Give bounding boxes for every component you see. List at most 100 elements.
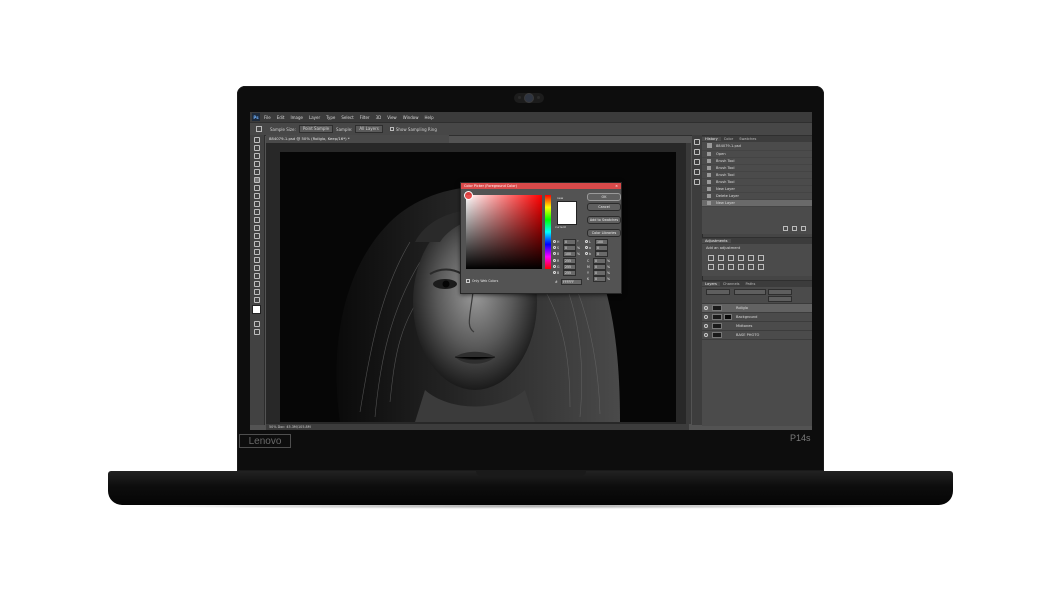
menu-3d[interactable]: 3D xyxy=(376,115,382,120)
history-snapshot[interactable]: 884079-1.psd xyxy=(702,142,812,151)
tab-history[interactable]: History xyxy=(702,137,721,141)
type-tool-icon[interactable] xyxy=(254,257,260,263)
hand-tool-icon[interactable] xyxy=(254,281,260,287)
visibility-eye-icon[interactable] xyxy=(704,324,708,328)
color-balance-icon[interactable] xyxy=(718,264,724,270)
gradient-tool-icon[interactable] xyxy=(254,225,260,231)
fill-field[interactable] xyxy=(768,296,792,302)
field-g[interactable]: G 255 xyxy=(553,263,577,270)
menu-edit[interactable]: Edit xyxy=(277,115,285,120)
color-libraries-button[interactable]: Color Libraries xyxy=(587,229,621,237)
saturation-brightness-field[interactable] xyxy=(464,191,542,269)
color-sample-ring[interactable] xyxy=(464,191,473,200)
menu-filter[interactable]: Filter xyxy=(360,115,370,120)
paragraph-panel-icon[interactable] xyxy=(694,179,700,185)
field-c[interactable]: C 0% xyxy=(587,257,610,264)
layer-row[interactable]: Rollglo xyxy=(702,304,812,313)
history-item[interactable]: New Layer xyxy=(702,186,812,193)
radio-g[interactable] xyxy=(553,265,556,268)
field-s[interactable]: S 0% xyxy=(553,244,580,251)
field-m[interactable]: M 0% xyxy=(587,263,610,270)
vertical-scrollbar[interactable] xyxy=(686,143,691,424)
field-value[interactable]: 100 xyxy=(563,250,576,257)
blur-tool-icon[interactable] xyxy=(254,233,260,239)
field-k[interactable]: K 0% xyxy=(587,275,610,282)
tab-layers[interactable]: Layers xyxy=(702,282,720,286)
quick-mask-icon[interactable] xyxy=(254,321,260,327)
layer-filter-select[interactable] xyxy=(706,289,730,295)
field-value[interactable]: 0 xyxy=(593,275,606,282)
foreground-color-swatch[interactable] xyxy=(252,305,261,314)
field-b[interactable]: B 100% xyxy=(553,250,580,257)
history-item[interactable]: Delete Layer xyxy=(702,193,812,200)
zoom-tool-icon[interactable] xyxy=(254,289,260,295)
menu-select[interactable]: Select xyxy=(341,115,353,120)
history-item[interactable]: Brush Tool xyxy=(702,179,812,186)
menu-image[interactable]: Image xyxy=(290,115,303,120)
visibility-eye-icon[interactable] xyxy=(704,315,708,319)
field-value[interactable]: 255 xyxy=(563,269,576,276)
color-lookup-icon[interactable] xyxy=(758,264,764,270)
shape-tool-icon[interactable] xyxy=(254,273,260,279)
only-web-colors-checkbox[interactable] xyxy=(466,278,470,283)
hue-slider[interactable] xyxy=(545,195,551,269)
tab-color[interactable]: Color xyxy=(721,137,736,141)
eraser-tool-icon[interactable] xyxy=(254,217,260,223)
black-white-icon[interactable] xyxy=(728,264,734,270)
current-color-swatch[interactable] xyxy=(558,213,576,224)
add-to-swatches-button[interactable]: Add to Swatches xyxy=(587,216,621,224)
blend-mode-select[interactable] xyxy=(734,289,766,295)
curves-icon[interactable] xyxy=(728,255,734,261)
path-select-tool-icon[interactable] xyxy=(254,265,260,271)
history-brush-tool-icon[interactable] xyxy=(254,209,260,215)
radio-blue[interactable] xyxy=(553,271,556,274)
trash-icon[interactable] xyxy=(801,226,806,231)
layer-row[interactable]: Midtones xyxy=(702,322,812,331)
quick-select-tool-icon[interactable] xyxy=(254,161,260,167)
levels-icon[interactable] xyxy=(718,255,724,261)
screen-mode-icon[interactable] xyxy=(254,329,260,335)
radio-a[interactable] xyxy=(585,246,588,249)
radio-h[interactable] xyxy=(553,240,556,243)
tab-adjustments[interactable]: Adjustments xyxy=(702,239,731,243)
layer-row[interactable]: Background xyxy=(702,313,812,322)
hex-field[interactable]: # FFFFFF xyxy=(555,278,583,285)
tab-channels[interactable]: Channels xyxy=(720,282,743,286)
vibrance-icon[interactable] xyxy=(748,255,754,261)
crop-tool-icon[interactable] xyxy=(254,169,260,175)
brush-tool-icon[interactable] xyxy=(254,193,260,199)
history-item[interactable]: Brush Tool xyxy=(702,158,812,165)
field-value[interactable]: 0 xyxy=(595,250,608,257)
clone-stamp-tool-icon[interactable] xyxy=(254,201,260,207)
properties-panel-icon[interactable] xyxy=(694,149,700,155)
show-ring-checkbox[interactable] xyxy=(389,127,394,131)
menu-window[interactable]: Window xyxy=(403,115,419,120)
hex-value[interactable]: FFFFFF xyxy=(561,278,582,285)
history-item[interactable]: Brush Tool xyxy=(702,165,812,172)
sample-select[interactable]: All Layers xyxy=(355,125,383,133)
layer-row[interactable]: BASE PHOTO xyxy=(702,331,812,340)
only-web-colors[interactable]: Only Web Colors xyxy=(466,278,498,283)
ok-button[interactable]: OK xyxy=(587,193,621,201)
menu-view[interactable]: View xyxy=(387,115,397,120)
brightness-icon[interactable] xyxy=(708,255,714,261)
brushes-panel-icon[interactable] xyxy=(694,159,700,165)
radio-s[interactable] xyxy=(553,246,556,249)
document-tab[interactable]: 884079-1.psd @ 50% (Rollglo, Keep/16*) * xyxy=(266,135,449,143)
exposure-icon[interactable] xyxy=(738,255,744,261)
more-tools-icon[interactable] xyxy=(254,297,260,303)
tab-swatches[interactable]: Swatches xyxy=(736,137,759,141)
field-y[interactable]: Y 0% xyxy=(587,269,610,276)
menu-help[interactable]: Help xyxy=(424,115,433,120)
field-l[interactable]: L 100 xyxy=(585,238,609,245)
history-item[interactable]: Open xyxy=(702,151,812,158)
dodge-tool-icon[interactable] xyxy=(254,241,260,247)
character-panel-icon[interactable] xyxy=(694,169,700,175)
menu-file[interactable]: File xyxy=(264,115,271,120)
camera-icon[interactable] xyxy=(792,226,797,231)
history-item[interactable]: Brush Tool xyxy=(702,172,812,179)
field-lab-b[interactable]: b0 xyxy=(585,250,609,257)
channel-mixer-icon[interactable] xyxy=(748,264,754,270)
radio-b[interactable] xyxy=(553,252,556,255)
move-tool-icon[interactable] xyxy=(254,137,260,143)
